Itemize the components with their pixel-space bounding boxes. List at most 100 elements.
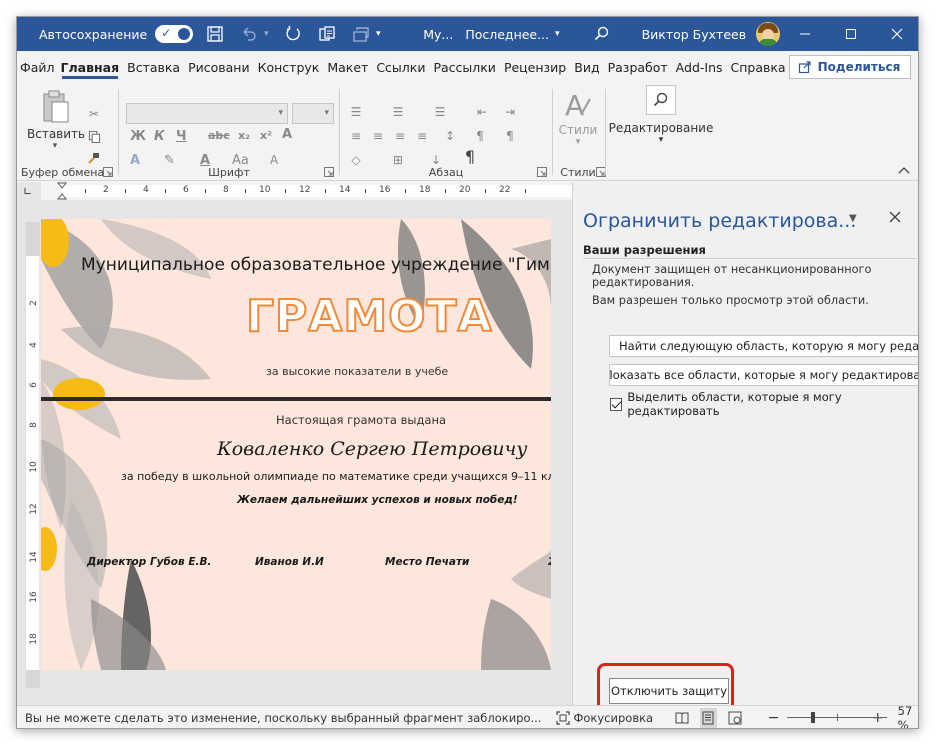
undo-icon[interactable] [237, 22, 261, 46]
tab-design[interactable]: Конструк [255, 51, 323, 83]
find-icon [646, 85, 676, 115]
italic-icon[interactable]: К [154, 129, 165, 144]
dialog-launcher-icon[interactable] [537, 167, 547, 177]
clipboard-icon [43, 90, 69, 123]
quick-access-icon[interactable] [315, 22, 339, 46]
phonetic-icon[interactable]: A [270, 153, 278, 167]
undo-dropdown-icon[interactable]: ▾ [261, 22, 271, 46]
zoom-in-button[interactable]: + [872, 710, 884, 726]
align-left-icon[interactable]: ≡ [347, 127, 365, 145]
zoom-slider[interactable] [787, 712, 888, 724]
given-text: Настоящая грамота выдана [276, 413, 447, 427]
ltr-icon[interactable]: ¶ [471, 127, 489, 145]
status-bar: Вы не можете сделать это изменение, поск… [17, 704, 918, 728]
indent-marker-icon[interactable] [57, 182, 67, 200]
format-painter-icon[interactable] [85, 149, 103, 167]
tab-addins[interactable]: Add-Ins [673, 51, 726, 83]
tab-mailings[interactable]: Рассылки [430, 51, 498, 83]
save-icon[interactable] [203, 22, 227, 46]
stop-protection-button[interactable]: Отключить защиту [609, 678, 729, 704]
clear-format-icon[interactable]: A [282, 127, 292, 142]
zoom-out-button[interactable]: − [768, 710, 780, 726]
paste-button[interactable]: Вставить ▾ [27, 89, 85, 151]
print-layout-icon[interactable] [699, 708, 717, 728]
align-center-icon[interactable]: ≡ [369, 127, 387, 145]
tab-developer[interactable]: Разработ [605, 51, 671, 83]
search-icon[interactable] [590, 22, 614, 46]
rtl-icon[interactable]: ¶ [501, 127, 519, 145]
document-page[interactable]: Муниципальное образовательное учреждение… [41, 219, 551, 670]
tab-help[interactable]: Справка [728, 51, 789, 83]
justify-icon[interactable]: ≡ [413, 127, 431, 145]
editing-button[interactable]: Редактирование ▾ [607, 85, 715, 145]
reason-text: за победу в школьной олимпиаде по матема… [121, 470, 551, 483]
tab-insert[interactable]: Вставка [124, 51, 183, 83]
tab-references[interactable]: Ссылки [373, 51, 428, 83]
recipient-name: Коваленко Сергею Петровичу [217, 438, 528, 460]
zoom-level[interactable]: 57 % [898, 704, 918, 728]
word-window: Автосохранение ✓ ▾ ▾ Му... Последнее... … [16, 16, 919, 729]
redo-icon[interactable] [281, 22, 305, 46]
tab-draw[interactable]: Рисовани [185, 51, 253, 83]
subscript-icon[interactable]: x₂ [238, 129, 250, 142]
close-icon[interactable] [887, 209, 903, 225]
tab-view[interactable]: Вид [571, 51, 602, 83]
styles-button[interactable]: A Стили ▾ [554, 89, 602, 147]
show-marks-icon[interactable]: ¶ [461, 147, 479, 166]
share-button[interactable]: Поделиться [788, 55, 912, 79]
editing-group: Редактирование ▾ [607, 83, 715, 181]
tab-home[interactable]: Главная [58, 51, 123, 83]
document-status[interactable]: Последнее... [465, 27, 549, 42]
maximize-button[interactable] [828, 17, 874, 51]
tab-file[interactable]: Файл [17, 51, 58, 83]
bold-icon[interactable]: Ж [130, 129, 146, 144]
align-right-icon[interactable]: ≡ [391, 127, 409, 145]
web-layout-icon[interactable] [727, 708, 744, 728]
more-dropdown-icon[interactable]: ▾ [373, 22, 383, 46]
find-next-region-button[interactable]: Найти следующую область, которую я могу … [609, 335, 918, 357]
document-area[interactable]: ∟ 2 4 6 8 10 12 14 16 18 20 22 2 4 6 8 1… [17, 182, 572, 705]
tab-layout[interactable]: Макет [324, 51, 371, 83]
pane-options-icon[interactable]: ▼ [849, 213, 857, 224]
underline-icon[interactable]: Ч [176, 129, 187, 144]
collapse-ribbon-icon[interactable] [898, 166, 910, 174]
increase-indent-icon[interactable]: ⇥ [501, 103, 519, 121]
superscript-icon[interactable]: x² [260, 129, 272, 142]
cut-icon[interactable]: ✂ [85, 105, 103, 123]
user-name[interactable]: Виктор Бухтеев [642, 27, 747, 42]
highlight-regions-checkbox[interactable] [610, 397, 623, 411]
avatar[interactable] [756, 22, 781, 46]
highlight-regions-row[interactable]: Выделить области, которые я могу редакти… [610, 390, 918, 418]
signature-stamp: Место Печати [385, 556, 470, 568]
vertical-ruler[interactable]: 2 4 6 8 10 12 14 16 18 [25, 222, 40, 688]
dialog-launcher-icon[interactable] [103, 167, 113, 177]
copy-icon[interactable] [85, 127, 103, 145]
document-title[interactable]: Му... [423, 27, 453, 42]
tab-review[interactable]: Рецензир [501, 51, 569, 83]
read-mode-icon[interactable] [673, 708, 690, 728]
dialog-launcher-icon[interactable] [324, 167, 334, 177]
strikethrough-icon[interactable]: abc [208, 129, 230, 142]
view-only-text: Вам разрешен только просмотр этой област… [592, 294, 869, 307]
styles-group-label: Стили [560, 166, 596, 179]
customize-icon[interactable] [349, 22, 373, 46]
horizontal-ruler[interactable]: 2 4 6 8 10 12 14 16 18 20 22 [41, 182, 572, 200]
divider-line [41, 397, 551, 401]
font-size-select[interactable]: ▾ [292, 103, 334, 124]
focus-button[interactable]: Фокусировка [555, 711, 653, 725]
tab-stop-icon[interactable]: ∟ [23, 185, 35, 198]
numbering-icon[interactable]: ☰ [389, 103, 407, 121]
focus-icon [555, 711, 570, 725]
decrease-indent-icon[interactable]: ⇤ [473, 103, 491, 121]
multilevel-list-icon[interactable]: ☰ [431, 103, 449, 121]
signature-director: Директор Губов Е.В. [87, 556, 212, 568]
close-button[interactable] [874, 17, 918, 51]
svg-text:A: A [565, 89, 584, 122]
bullets-icon[interactable]: ☰ [347, 103, 365, 121]
line-spacing-icon[interactable]: ↕ [441, 127, 459, 145]
chevron-down-icon[interactable]: ▾ [555, 29, 560, 39]
minimize-button[interactable] [782, 17, 828, 51]
font-family-select[interactable]: ▾ [126, 103, 288, 124]
show-all-regions-button[interactable]: Показать все области, которые я могу ред… [609, 364, 918, 386]
autosave-toggle[interactable]: ✓ [155, 25, 194, 43]
